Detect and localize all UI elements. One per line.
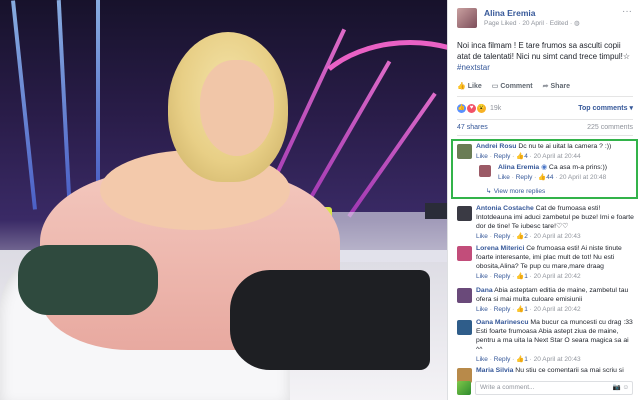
comment-actions: Like · Reply · 👍1 · 20 April at 20:42 xyxy=(476,306,581,313)
user-avatar[interactable] xyxy=(457,380,471,395)
person-legs xyxy=(230,270,430,370)
thumbs-up-icon: 👍 xyxy=(457,83,466,90)
stage-light xyxy=(56,0,72,200)
stage-light xyxy=(96,0,100,190)
thumbs-up-icon: 👍 xyxy=(516,273,525,280)
comment-placeholder: Write a comment... xyxy=(480,383,535,391)
thumbs-up-icon: 👍 xyxy=(516,356,525,363)
stage-light xyxy=(11,0,37,210)
comment-item: Oana Marinescu Ma bucur ca muncesti cu d… xyxy=(448,318,634,364)
comment-like-link[interactable]: Like xyxy=(476,233,488,240)
divider xyxy=(457,96,633,97)
commenter-avatar[interactable] xyxy=(457,246,472,261)
comment-actions: Like · Reply · 👍1 · 20 April at 20:43 xyxy=(476,356,581,363)
wow-reaction-icon: 😮 xyxy=(477,103,486,113)
camera-icon[interactable]: 📷 ☺ xyxy=(612,382,629,394)
person-sleeve xyxy=(18,245,158,315)
post-actions: 👍 Like ▭ Comment ➦ Share xyxy=(457,82,633,90)
hashtag-link[interactable]: #nextstar xyxy=(457,63,490,72)
reaction-count: 19k xyxy=(490,104,502,112)
commenter-name[interactable]: Dana xyxy=(476,287,493,294)
comment-like-count[interactable]: 👍2 xyxy=(516,233,528,240)
page-liked-label[interactable]: Page Liked xyxy=(484,20,517,27)
shares-link[interactable]: 47 shares xyxy=(457,124,488,131)
comment-like-count[interactable]: 👍1 xyxy=(516,356,528,363)
person-face xyxy=(200,60,274,156)
divider xyxy=(457,135,633,136)
commenter-name[interactable]: Lorena Miterici xyxy=(476,245,524,252)
reaction-summary[interactable]: 👍 ♥ 😮 19k xyxy=(457,103,502,113)
comment-time[interactable]: 20 April at 20:42 xyxy=(534,306,581,313)
post-meta: Page Liked · 20 April · Edited · ◍ xyxy=(484,20,580,27)
comment-icon: ▭ xyxy=(491,83,499,90)
comment-like-count[interactable]: 👍1 xyxy=(516,306,528,313)
comment-actions: Like · Reply · 👍1 · 20 April at 20:42 xyxy=(476,273,581,280)
comment-action[interactable]: ▭ Comment xyxy=(492,82,533,90)
studio-monitor xyxy=(425,203,447,219)
share-label: Share xyxy=(550,83,570,90)
globe-icon: ◍ xyxy=(574,20,580,27)
commenter-name[interactable]: Maria Silvia xyxy=(476,367,513,374)
comment-reply-link[interactable]: Reply xyxy=(494,233,511,240)
like-label: Like xyxy=(467,83,482,90)
comment-composer: Write a comment... 📷 ☺ xyxy=(457,380,633,395)
like-action[interactable]: 👍 Like xyxy=(457,82,482,90)
post-photo[interactable] xyxy=(0,0,447,400)
comment-input[interactable]: Write a comment... 📷 ☺ xyxy=(475,380,633,395)
comment-reply-link[interactable]: Reply xyxy=(494,273,511,280)
stats-row: 47 shares 225 comments xyxy=(457,124,633,131)
comment-item: Lorena Miterici Ce frumoasa esti! Ai nis… xyxy=(448,244,634,281)
post-sidebar: Alina Eremia Page Liked · 20 April · Edi… xyxy=(447,0,640,400)
comment-reply-link[interactable]: Reply xyxy=(494,306,511,313)
post-body: Noi inca filmam ! E tare frumos sa ascul… xyxy=(457,41,631,61)
comments-count[interactable]: 225 comments xyxy=(587,124,633,131)
page-avatar[interactable] xyxy=(457,8,477,28)
edited-label[interactable]: Edited xyxy=(550,20,568,27)
share-icon: ➦ xyxy=(542,83,549,90)
commenter-avatar[interactable] xyxy=(457,320,472,335)
comment-like-link[interactable]: Like xyxy=(476,306,488,313)
thumbs-up-icon: 👍 xyxy=(516,306,525,313)
more-options-icon[interactable]: ··· xyxy=(622,6,632,17)
top-comments-dropdown[interactable]: Top comments ▾ xyxy=(578,104,633,112)
comment-item: Antonia Costache Cat de frumoasa esti! I… xyxy=(448,204,634,241)
commenter-avatar[interactable] xyxy=(457,288,472,303)
page-name[interactable]: Alina Eremia xyxy=(484,8,580,19)
share-action[interactable]: ➦ Share xyxy=(543,82,570,90)
comment-item: Dana Abia asteptam editia de maine, zamb… xyxy=(448,286,634,314)
commenter-avatar[interactable] xyxy=(457,206,472,221)
post-text: Noi inca filmam ! E tare frumos sa ascul… xyxy=(457,40,635,73)
thumbs-up-icon: 👍 xyxy=(516,233,525,240)
love-reaction-icon: ♥ xyxy=(467,103,476,113)
divider xyxy=(457,119,633,120)
comment-time[interactable]: 20 April at 20:43 xyxy=(534,356,581,363)
comment-time[interactable]: 20 April at 20:42 xyxy=(534,273,581,280)
commenter-name[interactable]: Antonia Costache xyxy=(476,205,534,212)
comment-time[interactable]: 20 April at 20:43 xyxy=(534,233,581,240)
like-reaction-icon: 👍 xyxy=(457,103,466,113)
comment-text: Nu stiu ce comentarii sa mai scriu si xyxy=(515,367,624,374)
comment-like-link[interactable]: Like xyxy=(476,356,488,363)
post-date[interactable]: 20 April xyxy=(522,20,544,27)
post-header: Alina Eremia Page Liked · 20 April · Edi… xyxy=(457,8,580,28)
comment-label: Comment xyxy=(500,83,533,90)
reactions-row: 👍 ♥ 😮 19k Top comments ▾ xyxy=(457,100,633,116)
comment-item: Maria Silvia Nu stiu ce comentarii sa ma… xyxy=(448,366,634,383)
comment-reply-link[interactable]: Reply xyxy=(494,356,511,363)
comment-text: Abia asteptam editia de maine, zambetul … xyxy=(476,287,629,303)
commenter-name[interactable]: Oana Marinescu xyxy=(476,319,529,326)
comment-like-count[interactable]: 👍1 xyxy=(516,273,528,280)
highlight-annotation xyxy=(451,139,638,199)
comment-actions: Like · Reply · 👍2 · 20 April at 20:43 xyxy=(476,233,581,240)
comment-like-link[interactable]: Like xyxy=(476,273,488,280)
